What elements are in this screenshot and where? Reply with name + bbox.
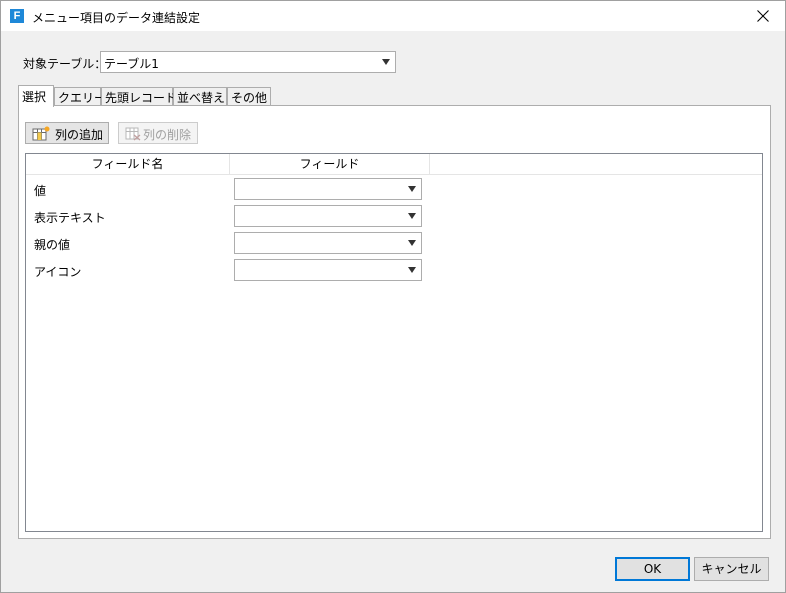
- field-grid: フィールド名 フィールド 値 表示テキスト 親の値 アイコン: [25, 153, 763, 532]
- ok-button[interactable]: OK: [615, 557, 690, 581]
- target-table-value: テーブル1: [104, 57, 159, 71]
- tab-other[interactable]: その他: [227, 87, 271, 106]
- add-column-icon: [32, 126, 50, 141]
- delete-column-button[interactable]: 列の削除: [118, 122, 198, 144]
- field-select[interactable]: [234, 205, 422, 227]
- app-icon: F: [10, 9, 24, 23]
- delete-column-label: 列の削除: [143, 128, 192, 142]
- grid-header: フィールド名 フィールド: [26, 154, 762, 175]
- row-name: 表示テキスト: [34, 211, 106, 225]
- target-table-select[interactable]: テーブル1: [100, 51, 396, 73]
- add-column-label: 列の追加: [55, 128, 104, 142]
- chevron-down-icon: [408, 240, 416, 246]
- add-column-button[interactable]: 列の追加: [25, 122, 109, 144]
- window-title: メニュー項目のデータ連結設定: [32, 11, 201, 25]
- target-table-label: 対象テーブル：: [23, 57, 107, 71]
- close-icon: [757, 10, 769, 22]
- table-row: 表示テキスト: [26, 202, 762, 229]
- field-select[interactable]: [234, 259, 422, 281]
- tab-top-records[interactable]: 先頭レコード: [101, 87, 177, 106]
- tab-select[interactable]: 選択: [18, 85, 54, 107]
- row-name: 値: [34, 184, 47, 198]
- field-select[interactable]: [234, 178, 422, 200]
- title-bar: F メニュー項目のデータ連結設定: [1, 1, 785, 31]
- chevron-down-icon: [382, 59, 390, 65]
- tab-query[interactable]: クエリー: [54, 87, 106, 106]
- table-row: アイコン: [26, 256, 762, 283]
- dialog-window: F メニュー項目のデータ連結設定 対象テーブル： テーブル1 選択 クエリー 先…: [0, 0, 786, 593]
- field-select[interactable]: [234, 232, 422, 254]
- tab-sort[interactable]: 並べ替え: [173, 87, 227, 106]
- column-header-field[interactable]: フィールド: [230, 154, 430, 175]
- chevron-down-icon: [408, 213, 416, 219]
- row-name: 親の値: [34, 238, 71, 252]
- row-name: アイコン: [34, 265, 82, 279]
- close-button[interactable]: [741, 1, 785, 31]
- cancel-button[interactable]: キャンセル: [694, 557, 769, 581]
- table-row: 値: [26, 175, 762, 202]
- delete-column-icon: [125, 127, 141, 141]
- chevron-down-icon: [408, 267, 416, 273]
- table-row: 親の値: [26, 229, 762, 256]
- column-header-field-name[interactable]: フィールド名: [26, 154, 230, 175]
- chevron-down-icon: [408, 186, 416, 192]
